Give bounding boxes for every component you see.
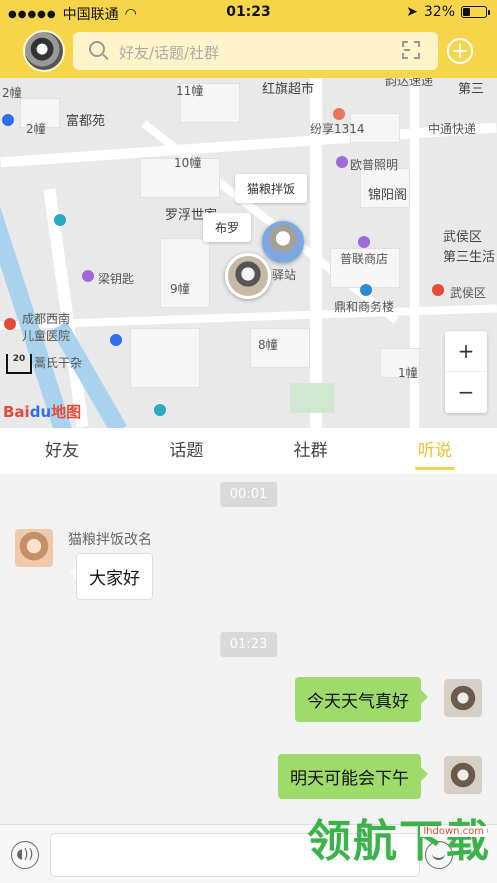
search-bar[interactable]: 好友/话题/社群 bbox=[73, 32, 438, 70]
search-icon bbox=[89, 41, 105, 57]
map-label: 中通快递 bbox=[428, 122, 477, 136]
bus-stop-icon[interactable] bbox=[110, 334, 122, 346]
tab-bar: 好友 话题 社群 听说 bbox=[0, 428, 497, 474]
map-label: 蒿氏干杂 bbox=[34, 356, 83, 370]
outgoing-message[interactable]: 明天可能会下午 bbox=[278, 754, 428, 799]
map-label: 武侯区 bbox=[443, 230, 483, 245]
map-label: 第三 bbox=[458, 82, 485, 97]
map-label: 鼎和商务楼 bbox=[334, 300, 395, 314]
my-avatar[interactable] bbox=[23, 30, 65, 72]
map-label: 8幢 bbox=[258, 338, 278, 352]
tab-friends[interactable]: 好友 bbox=[0, 428, 124, 474]
map-label: 成都西南 儿童医院 bbox=[22, 312, 71, 343]
sender-avatar[interactable] bbox=[15, 529, 53, 567]
tab-listen[interactable]: 听说 bbox=[373, 428, 497, 474]
map-view[interactable]: 红旗超市 韵达速递 第三 富都苑 纷享1314 中通快递 欧普照明 锦阳阁 罗浮… bbox=[0, 78, 497, 428]
map-label: 红旗超市 bbox=[262, 82, 315, 97]
tab-topics[interactable]: 话题 bbox=[124, 428, 248, 474]
map-label: 韵达速递 bbox=[385, 78, 434, 88]
add-button[interactable] bbox=[447, 38, 473, 64]
battery-icon bbox=[461, 6, 490, 18]
map-road bbox=[0, 304, 497, 330]
baidu-map-logo: Baidu地图 bbox=[3, 403, 82, 421]
status-bar: ●●●●● 中国联通 ◠ 01:23 ➤ 32% bbox=[0, 0, 497, 26]
sender-name: 猫粮拌饭改名 bbox=[68, 532, 152, 548]
timestamp: 00:01 bbox=[219, 482, 278, 507]
bus-stop-icon[interactable] bbox=[2, 114, 14, 126]
map-label: 11幢 bbox=[176, 84, 204, 98]
map-label: 锦阳阁 bbox=[368, 188, 408, 203]
poi-icon[interactable] bbox=[154, 404, 166, 416]
poi-icon[interactable] bbox=[54, 214, 66, 226]
restaurant-poi-icon[interactable] bbox=[333, 108, 345, 120]
header: 好友/话题/社群 bbox=[0, 26, 497, 78]
my-chat-avatar[interactable] bbox=[444, 756, 482, 794]
tab-communities[interactable]: 社群 bbox=[249, 428, 373, 474]
location-arrow-icon: ➤ bbox=[406, 4, 418, 20]
top-bar: ●●●●● 中国联通 ◠ 01:23 ➤ 32% 好友/话题/社群 bbox=[0, 0, 497, 78]
map-label: 富都苑 bbox=[66, 114, 106, 129]
map-label: 第三生活 bbox=[443, 250, 496, 265]
watermark-url: lhdown.com bbox=[420, 826, 487, 837]
map-label: 9幢 bbox=[170, 282, 190, 296]
shop-poi-icon[interactable] bbox=[336, 156, 348, 168]
search-placeholder: 好友/话题/社群 bbox=[119, 44, 220, 62]
battery-percent: 32% bbox=[423, 4, 455, 20]
timestamp: 01:23 bbox=[219, 632, 278, 657]
map-label: 1幢 bbox=[398, 366, 418, 380]
zoom-in-button[interactable]: + bbox=[445, 331, 487, 372]
map-label: 武侯区 bbox=[450, 286, 487, 300]
scan-icon[interactable] bbox=[402, 41, 420, 59]
building-poi-icon[interactable] bbox=[360, 284, 372, 296]
map-road bbox=[0, 122, 497, 168]
voice-icon[interactable]: ◖)) bbox=[11, 841, 39, 869]
map-label: 普联商店 bbox=[340, 252, 389, 266]
map-label: 2幢 bbox=[26, 122, 46, 136]
map-label: 欧普照明 bbox=[350, 158, 399, 172]
map-label: 2幢 bbox=[2, 86, 22, 100]
my-chat-avatar[interactable] bbox=[444, 679, 482, 717]
outgoing-message[interactable]: 今天天气真好 bbox=[295, 677, 428, 722]
incoming-message[interactable]: 大家好 bbox=[70, 553, 153, 600]
watermark: 领航下载 bbox=[307, 816, 491, 867]
shop-poi-icon[interactable] bbox=[358, 236, 370, 248]
map-label: 驿站 bbox=[272, 268, 297, 282]
map-label: 纷享1314 bbox=[310, 122, 365, 136]
map-user-pin[interactable] bbox=[262, 221, 304, 263]
zoom-control: + − bbox=[445, 331, 487, 413]
map-label: 梁钥匙 bbox=[98, 272, 135, 286]
landmark-poi-icon[interactable] bbox=[432, 284, 444, 296]
map-user-bubble[interactable]: 布罗 bbox=[203, 213, 252, 242]
map-user-bubble[interactable]: 猫粮拌饭 bbox=[235, 174, 308, 203]
hospital-poi-icon[interactable] bbox=[4, 318, 16, 330]
shop-poi-icon[interactable] bbox=[82, 270, 94, 282]
zoom-out-button[interactable]: − bbox=[445, 372, 487, 413]
map-scale: 20 bbox=[6, 354, 32, 374]
map-user-pin[interactable] bbox=[225, 253, 271, 299]
chat-area[interactable]: 00:01 猫粮拌饭改名 大家好 01:23 今天天气真好 明天可能会下午 bbox=[0, 474, 497, 824]
map-label: 10幢 bbox=[174, 156, 202, 170]
